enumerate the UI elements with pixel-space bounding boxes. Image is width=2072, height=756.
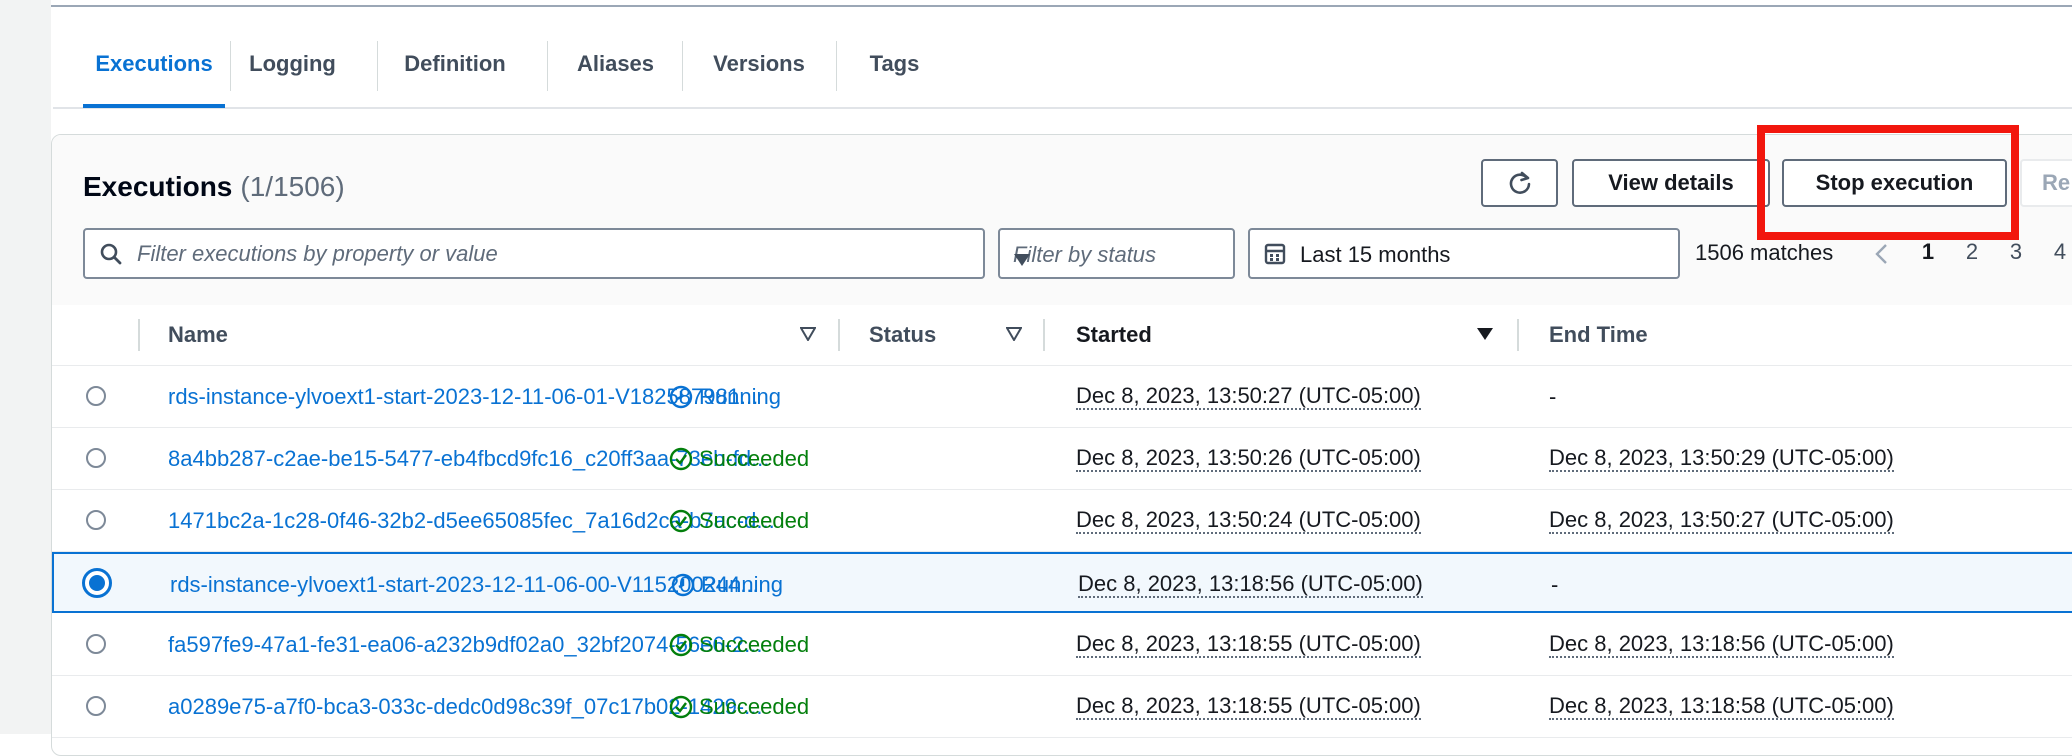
tab-versions[interactable]: Versions (682, 38, 836, 106)
panel-title-text: Executions (83, 171, 233, 202)
table-row[interactable]: rds-instance-ylvoext1-start-2023-12-11-0… (52, 366, 2072, 428)
top-card-edge (51, 0, 2072, 7)
selection-count: (1/1506) (240, 171, 345, 202)
tab-logging[interactable]: Logging (230, 38, 355, 106)
status-badge: Running (671, 572, 783, 598)
column-name-header[interactable]: Name (168, 322, 228, 348)
column-status-header[interactable]: Status (869, 322, 936, 348)
sort-descending-icon[interactable] (1476, 327, 1494, 346)
check-circle-icon (669, 447, 693, 471)
check-circle-icon (669, 633, 693, 657)
status-badge: Succeeded (669, 446, 809, 472)
page-3[interactable]: 3 (2006, 239, 2026, 265)
column-end-time-header[interactable]: End Time (1549, 322, 1648, 348)
end-time: Dec 8, 2023, 13:50:27 (UTC-05:00) (1549, 507, 1894, 534)
left-gutter (0, 0, 51, 734)
started-time: Dec 8, 2023, 13:50:26 (UTC-05:00) (1076, 445, 1421, 472)
started-time: Dec 8, 2023, 13:18:56 (UTC-05:00) (1078, 571, 1423, 598)
redrive-button[interactable]: Re (2020, 159, 2072, 207)
highlight-annotation (1757, 125, 2019, 240)
table-row[interactable]: a0289e75-a7f0-bca3-033c-dedc0d98c39f_07c… (52, 676, 2072, 738)
clock-icon (669, 385, 693, 409)
end-time: Dec 8, 2023, 13:50:29 (UTC-05:00) (1549, 445, 1894, 472)
status-text: Running (699, 384, 781, 409)
status-badge: Succeeded (669, 508, 809, 534)
started-time: Dec 8, 2023, 13:18:55 (UTC-05:00) (1076, 631, 1421, 658)
column-started-header[interactable]: Started (1076, 322, 1152, 348)
sort-icon[interactable] (799, 327, 817, 346)
started-time: Dec 8, 2023, 13:50:27 (UTC-05:00) (1076, 383, 1421, 410)
column-divider (838, 319, 840, 351)
calendar-icon (1264, 242, 1286, 272)
row-radio[interactable] (86, 634, 106, 654)
status-badge: Succeeded (669, 632, 809, 658)
status-badge: Succeeded (669, 694, 809, 720)
started-time: Dec 8, 2023, 13:50:24 (UTC-05:00) (1076, 507, 1421, 534)
table-header: Name Status Started End Time (52, 305, 2072, 366)
matches-count: 1506 matches (1695, 240, 1834, 265)
end-time: - (1551, 572, 1559, 597)
status-text: Succeeded (699, 632, 810, 657)
filter-search (83, 228, 985, 279)
date-range-value: Last 15 months (1300, 242, 1451, 267)
page-2[interactable]: 2 (1962, 239, 1982, 265)
chevron-left-icon[interactable] (1874, 243, 1888, 270)
refresh-icon (1507, 171, 1533, 201)
row-radio[interactable] (86, 448, 106, 468)
check-circle-icon (669, 695, 693, 719)
column-divider (1517, 319, 1519, 351)
search-icon (99, 242, 123, 271)
table-row[interactable]: fa597fe9-47a1-fe31-ea06-a232b9df02a0_32b… (52, 614, 2072, 676)
status-text: Succeeded (699, 446, 810, 471)
table-row-selected[interactable]: rds-instance-ylvoext1-start-2023-12-11-0… (52, 552, 2072, 613)
panel-title: Executions (1/1506) (83, 171, 345, 203)
tab-executions[interactable]: Executions (83, 38, 225, 108)
tab-definition[interactable]: Definition (377, 38, 533, 106)
status-text: Succeeded (699, 694, 810, 719)
page-1[interactable]: 1 (1918, 239, 1938, 265)
started-time: Dec 8, 2023, 13:18:55 (UTC-05:00) (1076, 693, 1421, 720)
row-radio-checked[interactable] (82, 568, 112, 598)
status-filter-select[interactable]: Filter by status (998, 228, 1235, 279)
search-input[interactable] (135, 238, 969, 270)
table-row[interactable]: 8a4bb287-c2ae-be15-5477-eb4fbcd9fc16_c20… (52, 428, 2072, 490)
view-details-button[interactable]: View details (1572, 159, 1770, 207)
row-radio[interactable] (86, 386, 106, 406)
row-radio[interactable] (86, 696, 106, 716)
page-4[interactable]: 4 (2050, 239, 2070, 265)
status-badge: Running (669, 384, 781, 410)
status-text: Running (701, 572, 783, 597)
end-time: Dec 8, 2023, 13:18:56 (UTC-05:00) (1549, 631, 1894, 658)
end-time: Dec 8, 2023, 13:18:58 (UTC-05:00) (1549, 693, 1894, 720)
tab-bar: Executions Logging Definition Aliases Ve… (53, 38, 2072, 109)
check-circle-icon (669, 509, 693, 533)
clock-icon (671, 573, 695, 597)
tab-tags[interactable]: Tags (836, 38, 953, 106)
status-text: Succeeded (699, 508, 810, 533)
refresh-button[interactable] (1481, 159, 1558, 207)
table-row[interactable]: 1471bc2a-1c28-0f46-32b2-d5ee65085fec_7a1… (52, 490, 2072, 552)
date-range-filter[interactable]: Last 15 months (1248, 228, 1680, 279)
column-divider (138, 319, 140, 351)
tab-aliases[interactable]: Aliases (547, 38, 684, 106)
column-divider (1043, 319, 1045, 351)
end-time: - (1549, 384, 1557, 409)
sort-icon[interactable] (1005, 327, 1023, 346)
row-radio[interactable] (86, 510, 106, 530)
caret-down-icon (1013, 247, 1219, 273)
